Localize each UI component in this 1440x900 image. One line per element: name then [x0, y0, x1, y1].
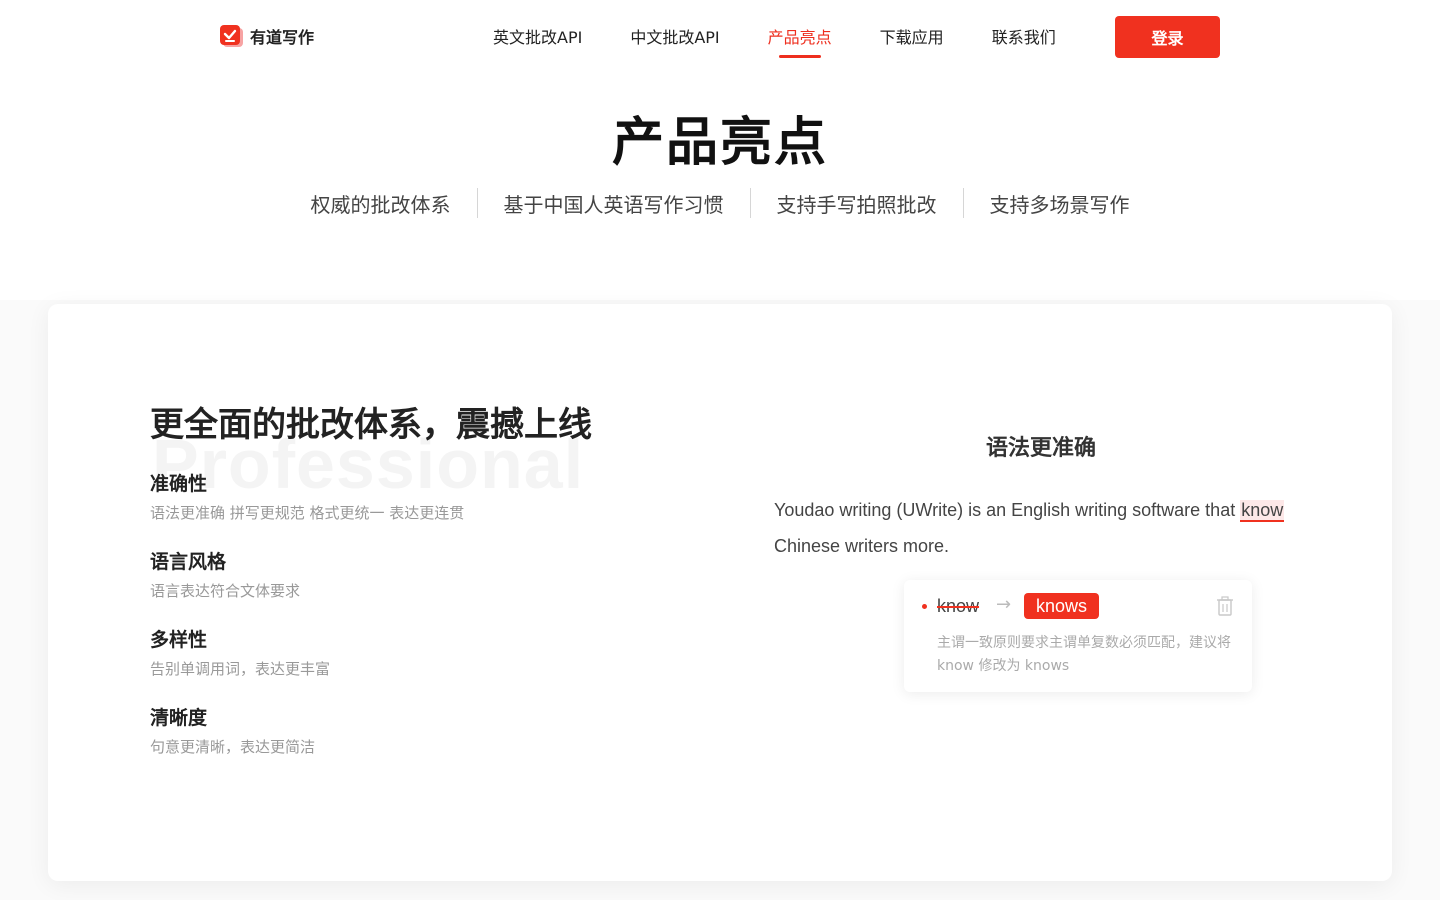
- nav-item-download[interactable]: 下载应用: [880, 24, 944, 58]
- nav-item-highlights[interactable]: 产品亮点: [768, 24, 832, 58]
- card-title-text: 更全面的批改体系，震撼上线: [150, 405, 592, 445]
- suggestion-description: 主谓一致原则要求主谓单复数必须匹配，建议将 know 修改为 knows: [937, 635, 1231, 674]
- feature-tabs: 权威的批改体系 基于中国人英语写作习惯 支持手写拍照批改 支持多场景写作: [260, 186, 1180, 220]
- arrow-right-icon: →: [996, 594, 1012, 615]
- demo-text-before: Youdao writing (UWrite) is an English wr…: [774, 500, 1241, 520]
- login-button[interactable]: 登录: [1115, 16, 1220, 58]
- highlight-card: Professional 更全面的批改体系，震撼上线 准确性 语法更准确 拼写更…: [48, 304, 1392, 881]
- card-title: 更全面的批改体系，震撼上线: [150, 402, 710, 448]
- error-word[interactable]: know: [1240, 500, 1285, 522]
- feature-name: 语言风格: [150, 551, 227, 573]
- feature-tab-handwriting[interactable]: 支持手写拍照批改: [751, 189, 963, 218]
- feature-name: 清晰度: [150, 707, 208, 729]
- nav-item-english-api[interactable]: 英文批改API: [493, 24, 582, 58]
- feature-name: 准确性: [150, 473, 208, 495]
- header: 有道写作 英文批改API 中文批改API 产品亮点 下载应用 联系我们 登录: [0, 0, 1440, 72]
- suggestion-correct-word[interactable]: knows: [1024, 593, 1100, 619]
- suggestion-wrong-word: know: [937, 596, 980, 616]
- feature-tab-authority[interactable]: 权威的批改体系: [285, 189, 477, 218]
- feature-item: 清晰度 句意更清晰，表达更简洁: [150, 704, 710, 762]
- card-left: Professional 更全面的批改体系，震撼上线 准确性 语法更准确 拼写更…: [150, 402, 710, 782]
- demo-panel: 语法更准确 Youdao writing (UWrite) is an Engl…: [774, 430, 1344, 692]
- main-nav: 英文批改API 中文批改API 产品亮点 下载应用 联系我们: [493, 24, 1056, 58]
- suggestion-card[interactable]: know → knows 主谓一致原则要求主谓单复数必须匹配，建议将 know …: [904, 580, 1252, 692]
- demo-text-after: Chinese writers more.: [774, 536, 950, 556]
- feature-item: 多样性 告别单调用词，表达更丰富: [150, 626, 710, 684]
- feature-tab-chinese-habits[interactable]: 基于中国人英语写作习惯: [478, 189, 750, 218]
- trash-icon[interactable]: [1216, 596, 1234, 616]
- nav-item-chinese-api[interactable]: 中文批改API: [630, 24, 719, 58]
- feature-item: 准确性 语法更准确 拼写更规范 格式更统一 表达更连贯: [150, 470, 710, 528]
- demo-text: Youdao writing (UWrite) is an English wr…: [774, 492, 1344, 564]
- logo[interactable]: 有道写作: [220, 24, 314, 48]
- error-dot-icon: [922, 604, 927, 609]
- feature-desc: 语言表达符合文体要求: [150, 582, 301, 600]
- feature-desc: 告别单调用词，表达更丰富: [150, 660, 331, 678]
- feature-tab-multi-scene[interactable]: 支持多场景写作: [964, 189, 1156, 218]
- page: 有道写作 英文批改API 中文批改API 产品亮点 下载应用 联系我们 登录 产…: [0, 0, 1440, 900]
- logo-text: 有道写作: [250, 28, 315, 47]
- youdao-logo-icon: [220, 24, 244, 48]
- feature-name: 多样性: [150, 629, 208, 651]
- feature-list: 准确性 语法更准确 拼写更规范 格式更统一 表达更连贯 语言风格 语言表达符合文…: [150, 470, 710, 762]
- demo-title: 语法更准确: [985, 436, 1096, 461]
- section-title: 产品亮点: [611, 113, 828, 173]
- feature-desc: 语法更准确 拼写更规范 格式更统一 表达更连贯: [150, 504, 465, 522]
- feature-item: 语言风格 语言表达符合文体要求: [150, 548, 710, 606]
- feature-desc: 句意更清晰，表达更简洁: [150, 738, 316, 756]
- nav-item-contact[interactable]: 联系我们: [992, 24, 1056, 58]
